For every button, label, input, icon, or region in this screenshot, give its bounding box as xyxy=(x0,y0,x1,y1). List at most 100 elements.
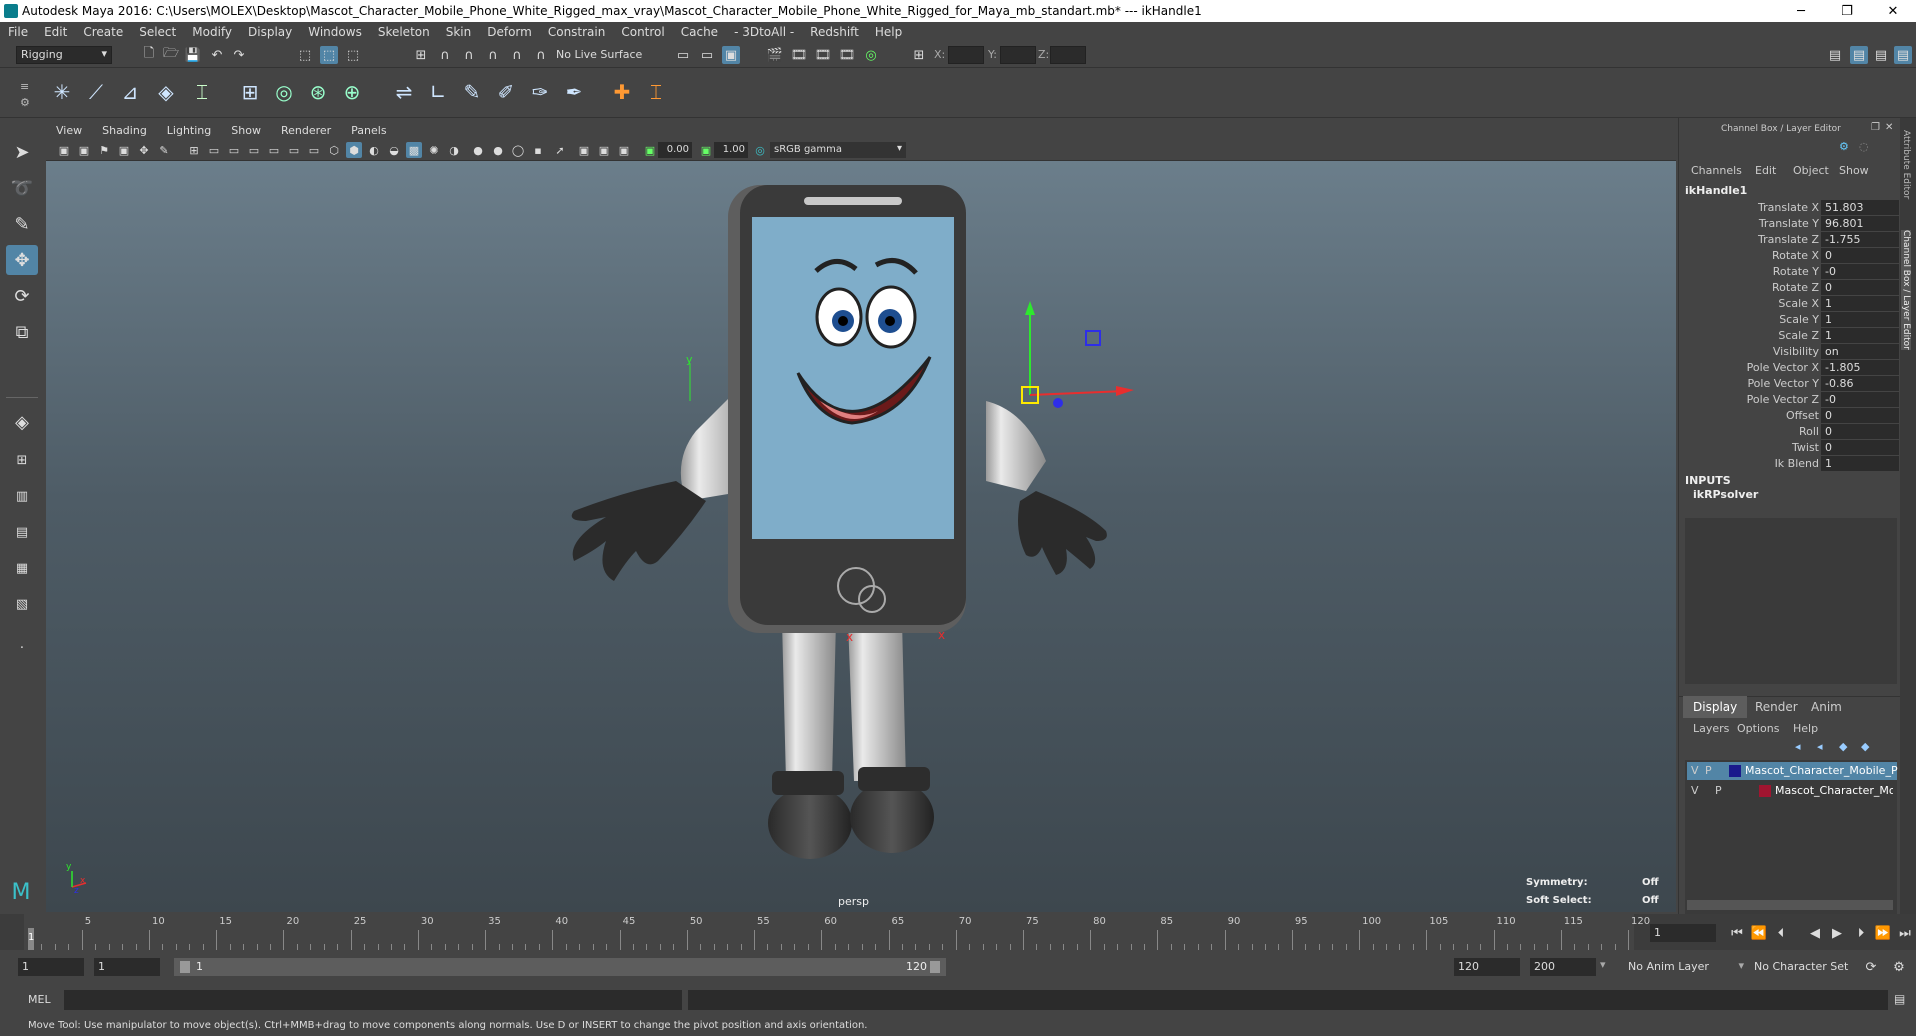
playback-start-field[interactable]: 1 xyxy=(94,958,160,976)
channel-value[interactable]: 1 xyxy=(1821,296,1899,311)
channel-row-translate-x[interactable]: Translate X 51.803 xyxy=(1679,200,1901,216)
channel-value[interactable]: 96.801 xyxy=(1821,216,1899,231)
open-scene-icon[interactable]: 🗁 xyxy=(162,46,180,64)
channel-value[interactable]: -0.86 xyxy=(1821,376,1899,391)
layer-row[interactable]: V P Mascot_Character_Mo xyxy=(1687,782,1897,800)
live-surface-label[interactable]: No Live Surface xyxy=(556,48,642,61)
snap-live-icon[interactable]: ∩ xyxy=(532,46,550,64)
layer-color-swatch[interactable] xyxy=(1759,785,1771,797)
chevron-down-icon[interactable]: ▾ xyxy=(1600,958,1606,971)
move-layer-down-icon[interactable]: ◂ xyxy=(1817,740,1823,753)
mel-command-input[interactable] xyxy=(64,990,682,1010)
shelf-settings-icon[interactable]: ⚙ xyxy=(20,96,30,109)
snap-view-icon[interactable]: ∩ xyxy=(484,46,502,64)
gamma-icon[interactable]: ▣ xyxy=(698,142,714,158)
channel-value[interactable]: -1.805 xyxy=(1821,360,1899,375)
persp-outliner-layout-icon[interactable]: ▥ xyxy=(6,481,38,511)
new-empty-layer-icon[interactable]: ◆ xyxy=(1839,740,1847,753)
play-backwards-icon[interactable]: ◀ xyxy=(1806,924,1824,942)
x-coord-field[interactable] xyxy=(948,46,984,64)
isolate-select-icon[interactable]: ➚ xyxy=(552,142,568,158)
channel-value[interactable]: 1 xyxy=(1821,328,1899,343)
mirror-joint-icon[interactable]: ⇌ xyxy=(390,78,418,106)
textured-icon[interactable]: ▩ xyxy=(406,142,422,158)
move-layer-up-icon[interactable]: ◂ xyxy=(1795,740,1801,753)
smooth-skin-icon[interactable]: ✐ xyxy=(492,78,520,106)
redo-icon[interactable]: ↷ xyxy=(230,46,248,64)
channel-menu-show[interactable]: Show xyxy=(1839,164,1869,177)
layer-menu-layers[interactable]: Layers xyxy=(1693,722,1729,735)
xray-components-icon[interactable]: ▣ xyxy=(616,142,632,158)
safe-title-icon[interactable]: ▭ xyxy=(306,142,322,158)
layer-menu-help[interactable]: Help xyxy=(1793,722,1818,735)
move-tool-icon[interactable]: ✥ xyxy=(6,245,38,275)
tab-render[interactable]: Render xyxy=(1745,696,1808,718)
input-node-item[interactable]: ikRPsolver xyxy=(1693,488,1758,501)
ik-handle-tool-icon[interactable]: ⟋ xyxy=(82,78,110,106)
layer-name[interactable]: Mascot_Character_Mobile_P xyxy=(1745,764,1898,777)
menu-edit[interactable]: Edit xyxy=(36,25,75,39)
step-forward-frame-icon[interactable]: ⏵ xyxy=(1852,924,1870,942)
gate-mask-icon[interactable]: ▭ xyxy=(246,142,262,158)
step-back-key-icon[interactable]: ⏪ xyxy=(1750,924,1768,942)
restore-button[interactable]: ❐ xyxy=(1824,0,1870,22)
tab-attribute-editor[interactable]: Attribute Editor xyxy=(1901,130,1911,199)
modeling-toolkit-icon[interactable]: ▤ xyxy=(1826,46,1844,64)
step-forward-key-icon[interactable]: ⏩ xyxy=(1874,924,1892,942)
color-management-icon[interactable]: ◎ xyxy=(752,142,768,158)
panel-menu-view[interactable]: View xyxy=(46,124,92,137)
anim-layer-dropdown[interactable]: No Anim Layer ▾ xyxy=(1624,958,1746,976)
character-set-dropdown[interactable]: No Character Set xyxy=(1750,958,1862,976)
ik-spline-tool-icon[interactable]: ⊿ xyxy=(116,78,144,106)
bind-skin-icon[interactable]: ⌶ xyxy=(188,78,216,106)
menu-deform[interactable]: Deform xyxy=(479,25,540,39)
layer-scrollbar[interactable] xyxy=(1687,900,1893,910)
paint-weights-icon[interactable]: ✎ xyxy=(458,78,486,106)
tab-channel-box[interactable]: Channel Box / Layer Editor xyxy=(1901,230,1911,350)
layer-playback-toggle[interactable]: P xyxy=(1705,764,1712,777)
ambient-occlusion-icon[interactable]: ● xyxy=(470,142,486,158)
animation-preferences-icon[interactable]: ⚙ xyxy=(1890,958,1908,976)
use-all-lights-icon[interactable]: ✺ xyxy=(426,142,442,158)
soft-mod-icon[interactable]: ⊕ xyxy=(338,78,366,106)
range-slider-bar[interactable]: 1 120 xyxy=(174,958,946,976)
panel-menu-shading[interactable]: Shading xyxy=(92,124,157,137)
channel-value[interactable]: 0 xyxy=(1821,280,1899,295)
menu-help[interactable]: Help xyxy=(867,25,910,39)
float-panel-icon[interactable]: ❐ xyxy=(1871,122,1880,133)
step-back-frame-icon[interactable]: ⏴ xyxy=(1772,924,1790,942)
channel-value[interactable]: -0 xyxy=(1821,264,1899,279)
menu-3dtoall[interactable]: - 3DtoAll - xyxy=(726,25,802,39)
close-panel-icon[interactable]: ✕ xyxy=(1885,122,1893,133)
default-material-icon[interactable]: ◒ xyxy=(386,142,402,158)
channel-row-scale-x[interactable]: Scale X1 xyxy=(1679,296,1901,312)
channel-value[interactable]: 0 xyxy=(1821,408,1899,423)
persp-graph-hypergraph-layout-icon[interactable]: ▧ xyxy=(6,589,38,619)
channel-row-scale-y[interactable]: Scale Y1 xyxy=(1679,312,1901,328)
channel-value[interactable]: -0 xyxy=(1821,392,1899,407)
select-component-icon[interactable]: ⬚ xyxy=(344,46,362,64)
channel-menu-channels[interactable]: Channels xyxy=(1691,164,1742,177)
xray-icon[interactable]: ▣ xyxy=(576,142,592,158)
hypershade-icon[interactable]: ◎ xyxy=(862,46,880,64)
menu-cache[interactable]: Cache xyxy=(673,25,726,39)
range-start-handle[interactable] xyxy=(180,961,190,973)
undo-icon[interactable]: ↶ xyxy=(208,46,226,64)
panel-menu-lighting[interactable]: Lighting xyxy=(157,124,221,137)
wireframe-on-shaded-icon[interactable]: ◐ xyxy=(366,142,382,158)
channel-row-rotate-z[interactable]: Rotate Z0 xyxy=(1679,280,1901,296)
lasso-tool-icon[interactable]: ➰ xyxy=(6,173,38,203)
channel-row-pole-vector-x[interactable]: Pole Vector X -1.805 xyxy=(1679,360,1901,376)
channel-value[interactable]: 0 xyxy=(1821,424,1899,439)
layer-menu-options[interactable]: Options xyxy=(1737,722,1779,735)
menu-file[interactable]: File xyxy=(0,25,36,39)
resolution-gate-icon[interactable]: ▭ xyxy=(226,142,242,158)
mel-language-toggle[interactable]: MEL xyxy=(28,993,51,1006)
exposure-icon[interactable]: ▣ xyxy=(642,142,658,158)
view-transform-dropdown[interactable]: sRGB gamma ▾ xyxy=(770,142,906,158)
auto-key-icon[interactable]: ⟳ xyxy=(1862,958,1880,976)
channel-row-offset[interactable]: Offset 0 xyxy=(1679,408,1901,424)
channel-row-scale-z[interactable]: Scale Z1 xyxy=(1679,328,1901,344)
copy-skin-weights-icon[interactable]: ✑ xyxy=(526,78,554,106)
select-object-icon[interactable]: ⬚ xyxy=(320,46,338,64)
